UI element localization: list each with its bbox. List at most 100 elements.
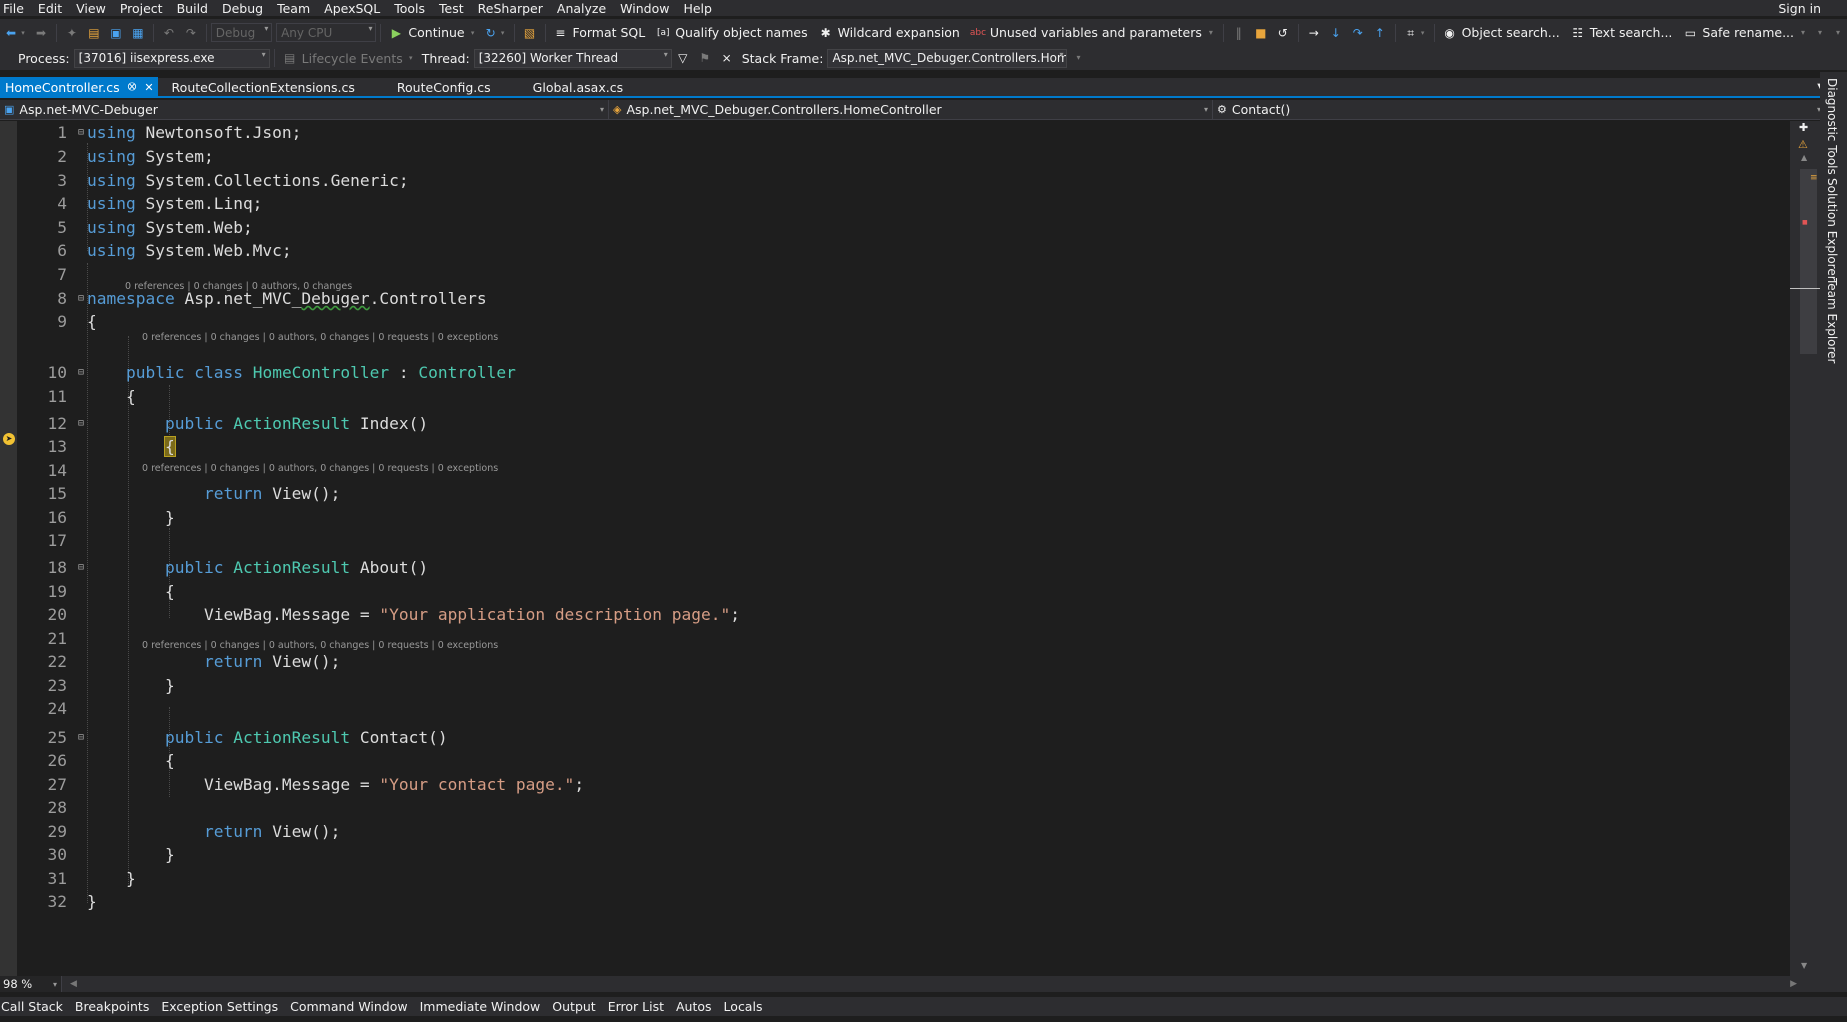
- menu-help[interactable]: Help: [676, 1, 719, 16]
- sign-in-link[interactable]: Sign in: [1771, 1, 1847, 16]
- tab-global-asax[interactable]: Global.asax.cs: [519, 77, 631, 97]
- stop-debugging-button[interactable]: ■: [1250, 22, 1272, 44]
- lifecycle-events-button[interactable]: ▤ Lifecycle Events ▾: [279, 47, 418, 69]
- codelens-index[interactable]: 0 references | 0 changes | 0 authors, 0 …: [142, 332, 498, 343]
- fold-toggle-icon[interactable]: ⊟: [75, 293, 87, 304]
- menu-view[interactable]: View: [69, 1, 113, 16]
- split-editor-icon[interactable]: ✚: [1799, 121, 1808, 134]
- scroll-right-icon[interactable]: ▶: [1790, 976, 1797, 992]
- menu-team[interactable]: Team: [270, 1, 317, 16]
- fold-toggle-icon[interactable]: ⊟: [75, 418, 87, 429]
- code-editor[interactable]: ➤ 1 ⊟ using Newtonsoft.Json; 2 using System…: [0, 121, 1790, 976]
- scroll-left-icon[interactable]: ◀: [70, 976, 77, 992]
- stack-frame-combo[interactable]: Asp.net_MVC_Debuger.Controllers.Home(▾: [827, 48, 1068, 68]
- tab-output[interactable]: Output: [546, 999, 601, 1014]
- unused-variables-button[interactable]: abc Unused variables and parameters ▾: [967, 22, 1219, 44]
- redo-button[interactable]: ↷: [180, 22, 202, 44]
- tab-exception-settings[interactable]: Exception Settings: [155, 999, 284, 1014]
- hex-display-button[interactable]: ⌗ ▾: [1400, 22, 1430, 44]
- filter-threads-button[interactable]: ▽: [672, 47, 694, 69]
- format-sql-button[interactable]: ≡ Format SQL: [549, 22, 652, 44]
- safe-rename-button[interactable]: ▭ Safe rename... ▾: [1679, 22, 1811, 44]
- codelens-class[interactable]: 0 references | 0 changes | 0 authors, 0 …: [125, 281, 352, 292]
- glyph-margin[interactable]: [0, 121, 17, 976]
- fold-toggle-icon[interactable]: ⊟: [75, 732, 87, 743]
- tab-error-list[interactable]: Error List: [602, 999, 670, 1014]
- save-all-button[interactable]: ▦: [127, 22, 149, 44]
- scroll-up-icon[interactable]: ▲: [1801, 153, 1807, 162]
- qualify-object-names-button[interactable]: [a] Qualify object names: [652, 22, 814, 44]
- tab-call-stack[interactable]: Call Stack: [0, 999, 69, 1014]
- menu-edit[interactable]: Edit: [31, 1, 69, 16]
- menu-project[interactable]: Project: [113, 1, 170, 16]
- team-explorer-tab[interactable]: Team Explorer: [1825, 278, 1839, 364]
- object-search-button[interactable]: ◉ Object search...: [1439, 22, 1567, 44]
- diagnostics-button[interactable]: ▧: [519, 22, 541, 44]
- pin-icon[interactable]: ⭙: [128, 80, 137, 94]
- text-search-button[interactable]: ☷ Text search...: [1567, 22, 1680, 44]
- tab-command-window[interactable]: Command Window: [284, 999, 414, 1014]
- process-combo[interactable]: [37016] iisexpress.exe ▾: [73, 48, 270, 68]
- keyword: using: [87, 218, 136, 237]
- fold-toggle-icon[interactable]: ⊟: [75, 127, 87, 138]
- member-dropdown[interactable]: ⚙ Contact() ▾: [1213, 100, 1825, 119]
- solution-configuration-combo[interactable]: Debug ▾: [210, 23, 273, 42]
- horizontal-scrollbar[interactable]: ◀ ▶: [62, 976, 1847, 992]
- fold-toggle-icon[interactable]: ⊟: [75, 562, 87, 573]
- pause-button[interactable]: ‖: [1228, 22, 1250, 44]
- tab-routecollectionextensions[interactable]: RouteCollectionExtensions.cs: [158, 77, 383, 97]
- stack-frame-toggle-button[interactable]: ⨯: [716, 47, 738, 69]
- vertical-scrollbar[interactable]: ✚ ⚠ ▲ ≡ ■ ▼: [1790, 121, 1820, 976]
- close-icon[interactable]: ✕: [144, 81, 153, 94]
- step-into-button[interactable]: ↓: [1325, 22, 1347, 44]
- code-line: 1 ⊟ using Newtonsoft.Json;: [17, 121, 301, 144]
- flag-threads-button[interactable]: ⚑: [694, 47, 716, 69]
- restart-button[interactable]: ↺: [1272, 22, 1294, 44]
- forward-button[interactable]: ➡: [30, 22, 52, 44]
- play-icon: ▶: [391, 25, 401, 40]
- step-over-button[interactable]: ↷: [1347, 22, 1369, 44]
- codelens-contact[interactable]: 0 references | 0 changes | 0 authors, 0 …: [142, 640, 498, 651]
- zoom-dropdown[interactable]: 98 % ▾: [0, 976, 62, 992]
- wildcard-expansion-button[interactable]: ✱ Wildcard expansion: [815, 22, 967, 44]
- scroll-down-icon[interactable]: ▼: [1801, 961, 1807, 970]
- toolbar-overflow-button[interactable]: ▾: [1811, 22, 1829, 44]
- debug-toolbar-overflow-button[interactable]: ▾: [1067, 47, 1089, 69]
- solution-explorer-tab[interactable]: Solution Explorer: [1825, 178, 1839, 281]
- menu-window[interactable]: Window: [613, 1, 676, 16]
- thread-combo[interactable]: [32260] Worker Thread ▾: [473, 48, 672, 68]
- menu-resharper[interactable]: ReSharper: [471, 1, 550, 16]
- type-dropdown[interactable]: ◈ Asp.net_MVC_Debuger.Controllers.HomeCon…: [609, 100, 1213, 119]
- codelens-about[interactable]: 0 references | 0 changes | 0 authors, 0 …: [142, 463, 498, 474]
- tab-routeconfig[interactable]: RouteConfig.cs: [383, 77, 519, 97]
- menu-analyze[interactable]: Analyze: [550, 1, 613, 16]
- undo-button[interactable]: ↶: [158, 22, 180, 44]
- diagnostic-tools-tab[interactable]: Diagnostic Tools: [1825, 78, 1839, 175]
- scrollbar-thumb[interactable]: [1800, 169, 1817, 354]
- back-button[interactable]: ⬅ ▾: [0, 22, 30, 44]
- tab-immediate-window[interactable]: Immediate Window: [414, 999, 547, 1014]
- project-dropdown[interactable]: ▣ Asp.net-MVC-Debuger ▾: [0, 100, 609, 119]
- solution-platform-combo[interactable]: Any CPU ▾: [276, 23, 377, 42]
- menu-tools[interactable]: Tools: [387, 1, 432, 16]
- open-file-button[interactable]: ▤: [83, 22, 105, 44]
- toolbar-overflow-button-2[interactable]: ▾: [1829, 22, 1847, 44]
- tab-locals[interactable]: Locals: [718, 999, 769, 1014]
- menu-test[interactable]: Test: [432, 1, 471, 16]
- tab-breakpoints[interactable]: Breakpoints: [69, 999, 155, 1014]
- tab-homecontroller[interactable]: HomeController.cs ⭙ ✕: [0, 77, 158, 97]
- menu-apexsql[interactable]: ApexSQL: [317, 1, 387, 16]
- menu-debug[interactable]: Debug: [215, 1, 270, 16]
- code-line: 2 using System;: [17, 145, 213, 168]
- tab-autos[interactable]: Autos: [670, 999, 718, 1014]
- refresh-button[interactable]: ↻ ▾: [480, 22, 510, 44]
- menu-build[interactable]: Build: [170, 1, 215, 16]
- step-out-button[interactable]: ↑: [1369, 22, 1391, 44]
- warning-icon[interactable]: ⚠: [1798, 138, 1808, 151]
- save-button[interactable]: ▣: [105, 22, 127, 44]
- fold-toggle-icon[interactable]: ⊟: [75, 367, 87, 378]
- new-project-button[interactable]: ✦: [61, 22, 83, 44]
- menu-file[interactable]: File: [0, 1, 31, 16]
- show-next-statement-button[interactable]: →: [1303, 22, 1325, 44]
- continue-button[interactable]: ▶ Continue ▾: [385, 22, 479, 44]
